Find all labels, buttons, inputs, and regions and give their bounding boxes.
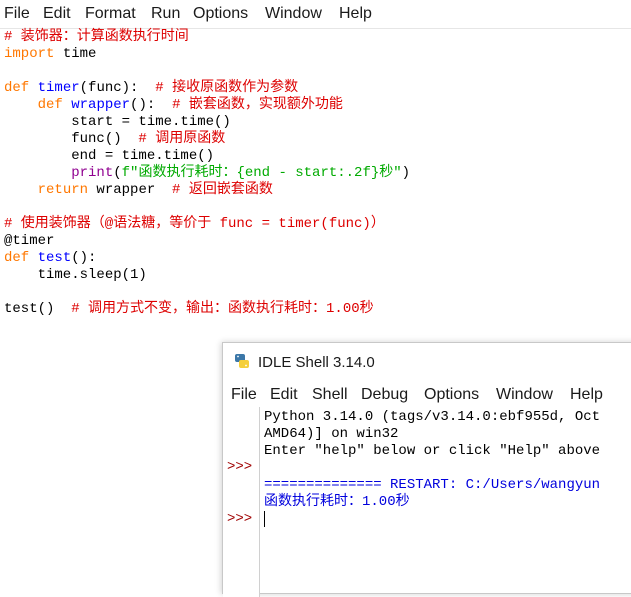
code-line: def timer(func): # 接收原函数作为参数 [4,80,410,97]
code-line: import time [4,46,410,63]
shell-menu-shell[interactable]: Shell [312,386,348,404]
menu-file[interactable]: File [4,5,30,23]
text-cursor [264,511,265,527]
menu-edit[interactable]: Edit [43,5,71,23]
code-token-comment: # 接收原函数作为参数 [155,80,299,96]
code-token-plain: time [54,46,97,62]
code-token-comment: # 使用装饰器（@语法糖，等价于 func = timer(func)） [4,216,385,232]
python-icon [235,354,249,368]
shell-menu-file[interactable]: File [231,386,257,404]
code-token-comment: # 调用方式不变，输出：函数执行耗时：1.00秒 [71,301,374,317]
code-line: func() # 调用原函数 [4,131,410,148]
code-token-comment: # 调用原函数 [138,131,226,147]
code-token-kw: import [4,46,55,62]
menu-options[interactable]: Options [193,5,248,23]
menu-run[interactable]: Run [151,5,180,23]
code-token-plain: end = time.time() [4,148,215,164]
shell-result-line: 函数执行耗时：1.00秒 [264,494,410,510]
shell-menu-edit[interactable]: Edit [270,386,298,404]
code-token-def: timer [37,80,80,96]
shell-title-bar[interactable]: IDLE Shell 3.14.0 [223,343,631,381]
menu-window[interactable]: Window [265,5,322,23]
shell-menu-help[interactable]: Help [570,386,603,404]
shell-menu-debug[interactable]: Debug [361,386,408,404]
code-token-kw: def [37,97,63,113]
code-line: time.sleep(1) [4,267,410,284]
code-token-def: test [37,250,72,266]
code-token-plain: func() [4,131,139,147]
shell-banner-line: AMD64)] on win32 [264,426,399,442]
code-line: test() # 调用方式不变，输出：函数执行耗时：1.00秒 [4,301,410,318]
code-token-plain: wrapper [88,182,173,198]
code-token-plain: test() [4,301,72,317]
code-token-string: f"函数执行耗时：{end - start:.2f}秒" [121,165,402,181]
shell-prompt: >>> [227,511,253,527]
shell-banner-line: Enter "help" below or click "Help" above [264,443,601,459]
code-token-builtin: print [71,165,114,181]
code-token-plain: (func): [79,80,156,96]
code-token-plain: time.sleep(1) [4,267,147,283]
code-line: def wrapper(): # 嵌套函数，实现额外功能 [4,97,410,114]
code-token-comment: # 嵌套函数，实现额外功能 [172,97,343,113]
code-token-plain: start = time.time() [4,114,231,130]
shell-prompt-gutter: >>> >>> [223,407,260,597]
editor-menubar: File Edit Format Run Options Window Help [0,0,631,29]
code-token-comment: # 装饰器：计算函数执行时间 [4,29,189,45]
shell-output[interactable]: Python 3.14.0 (tags/v3.14.0:ebf955d, Oct… [264,409,600,511]
code-token-plain: (): [71,250,97,266]
code-line: # 使用装饰器（@语法糖，等价于 func = timer(func)） [4,216,410,233]
shell-restart-line: ============== RESTART: C:/Users/wangyun [264,477,601,493]
shell-banner-line: Python 3.14.0 (tags/v3.14.0:ebf955d, Oct [264,409,601,425]
code-token-kw: def [4,250,30,266]
code-token-plain: @timer [4,233,55,249]
code-line: def test(): [4,250,410,267]
idle-shell-window: IDLE Shell 3.14.0 File Edit Shell Debug … [222,342,631,597]
code-token-plain: ( [113,165,122,181]
code-line: return wrapper # 返回嵌套函数 [4,182,410,199]
menu-help[interactable]: Help [339,5,372,23]
code-token-plain: (): [130,97,173,113]
shell-blank-line [264,460,600,477]
code-line: # 装饰器：计算函数执行时间 [4,29,410,46]
code-token-plain: ) [401,165,411,181]
shell-title: IDLE Shell 3.14.0 [258,354,375,371]
code-line: end = time.time() [4,148,410,165]
code-token-kw: def [4,80,30,96]
code-line: @timer [4,233,410,250]
code-token-def: wrapper [71,97,131,113]
shell-menu-window[interactable]: Window [496,386,553,404]
shell-menubar: File Edit Shell Debug Options Window Hel… [223,381,631,409]
menu-format[interactable]: Format [85,5,136,23]
editor-code-area[interactable]: # 装饰器：计算函数执行时间 import time def timer(func… [4,29,410,318]
code-token-comment: # 返回嵌套函数 [172,182,273,198]
shell-prompt: >>> [227,459,253,475]
code-line: start = time.time() [4,114,410,131]
code-token-kw: return [37,182,89,198]
shell-menu-options[interactable]: Options [424,386,479,404]
code-line: print(f"函数执行耗时：{end - start:.2f}秒") [4,165,410,182]
